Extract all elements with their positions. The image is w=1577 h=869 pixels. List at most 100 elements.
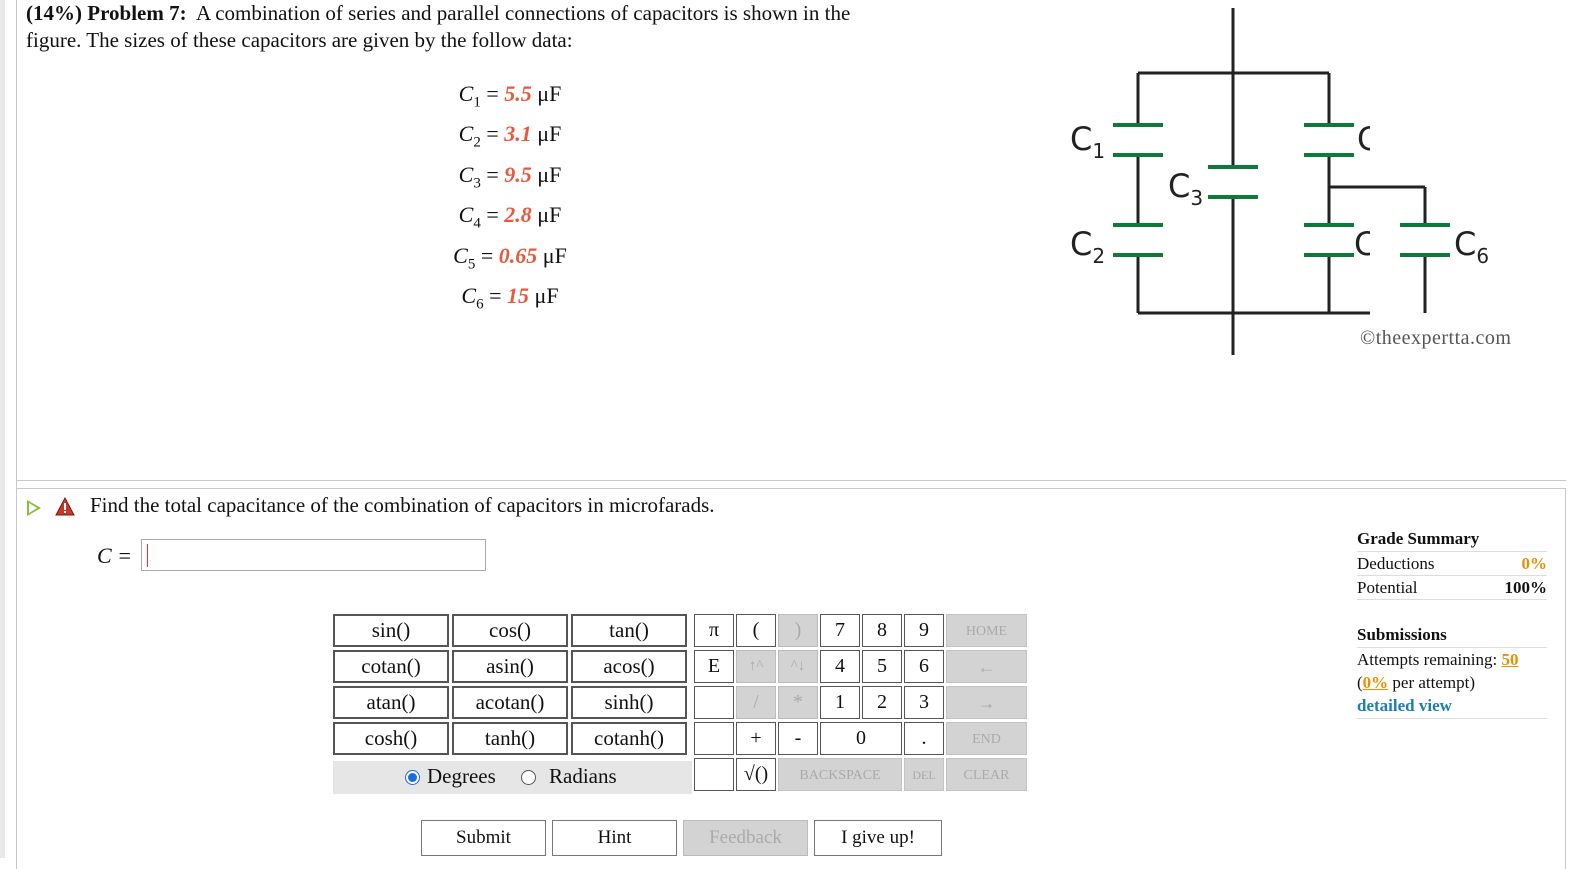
sinh-button[interactable]: sinh() [571,686,687,719]
key-5[interactable]: 5 [862,650,902,683]
problem-text-line1: A combination of series and parallel con… [195,1,851,25]
capacitor-symbol: C [458,202,474,228]
key-1[interactable]: 1 [820,686,860,719]
acotan-button[interactable]: acotan() [452,686,568,719]
label-c3: C3 [1168,167,1203,210]
capacitor-subscript: 4 [473,215,481,232]
home-button[interactable]: HOME [946,614,1027,647]
key-0[interactable]: 0 [820,722,902,755]
submit-button[interactable]: Submit [421,820,546,856]
capacitor-symbol: C [461,282,477,308]
problem-number: Problem 7: [87,1,187,25]
problem-text-line2: figure. The sizes of these capacitors ar… [26,28,573,52]
key-9[interactable]: 9 [904,614,944,647]
divide-button[interactable]: / [736,686,776,719]
section-divider [16,480,1566,481]
capacitor-subscript: 5 [467,255,476,272]
capacitor-value: 0.65 [498,242,538,268]
cotanh-button[interactable]: cotanh() [571,722,687,755]
sin-button[interactable]: sin() [333,614,449,647]
plus-button[interactable]: + [736,722,776,755]
grade-summary-title: Grade Summary [1357,527,1547,552]
capacitor-unit: μF [537,202,562,228]
figure-credit: ©theexpertta.com [1360,327,1512,349]
blank-key-1 [694,686,734,719]
label-c6: C6 [1454,225,1489,268]
per-attempt-pct: 0% [1362,673,1389,692]
give-up-button[interactable]: I give up! [814,820,942,856]
question-text: Find the total capacitance of the combin… [90,493,715,517]
capacitor-circuit-diagram: C1 C2 C3 C4 C5 [1070,8,1370,355]
capacitor-value: 2.8 [504,202,532,228]
acos-button[interactable]: acos() [571,650,687,683]
pi-button[interactable]: π [694,614,734,647]
answer-input[interactable] [141,539,486,571]
degrees-radio[interactable] [405,770,420,785]
capacitor-subscript: 6 [476,296,484,313]
given-values: C1 = 5.5 μF C2 = 3.1 μF C3 = 9.5 μF C4 = 2.… [420,78,600,320]
capacitor-unit: μF [542,242,567,268]
del-button[interactable]: DEL [904,758,944,791]
clear-button[interactable]: CLEAR [946,758,1027,791]
hint-button[interactable]: Hint [552,820,677,856]
angle-mode-row: Degrees Radians [333,761,692,794]
deductions-label: Deductions [1357,554,1435,573]
right-arrow-button[interactable]: → [946,686,1027,719]
given-row: C5 = 0.65 μF [453,242,567,272]
rparen-button[interactable]: ) [778,614,818,647]
label-c4: C4 [1357,120,1370,163]
play-icon[interactable] [27,500,41,516]
cos-button[interactable]: cos() [452,614,568,647]
sqrt-button[interactable]: √() [736,758,776,791]
text-caret [147,544,148,567]
problem-weight: (14%) [26,1,82,25]
multiply-button[interactable]: * [778,686,818,719]
deductions-row: Deductions 0% [1357,552,1547,576]
warning-icon [55,497,75,516]
potential-row: Potential 100% [1357,576,1547,600]
radians-label: Radians [549,764,617,788]
key-decimal[interactable]: . [904,722,944,755]
capacitor-value: 9.5 [504,161,532,187]
exp-down-button[interactable]: ^↓ [778,650,818,683]
tanh-button[interactable]: tanh() [452,722,568,755]
capacitor-value: 3.1 [504,121,532,147]
key-3[interactable]: 3 [904,686,944,719]
capacitor-symbol: C [453,242,468,268]
cotan-button[interactable]: cotan() [333,650,449,683]
lparen-button[interactable]: ( [736,614,776,647]
minus-button[interactable]: - [778,722,818,755]
capacitor-unit: μF [537,161,562,187]
end-button[interactable]: END [946,722,1027,755]
key-8[interactable]: 8 [862,614,902,647]
key-7[interactable]: 7 [820,614,860,647]
e-button[interactable]: E [694,650,734,683]
asin-button[interactable]: asin() [452,650,568,683]
deductions-value: 0% [1521,554,1548,573]
capacitor-subscript: 2 [473,134,481,151]
tan-button[interactable]: tan() [571,614,687,647]
exp-up-button[interactable]: ↑^ [736,650,776,683]
left-arrow-button[interactable]: ← [946,650,1027,683]
problem-statement: (14%) Problem 7: A combination of series… [26,0,1016,54]
radians-radio[interactable] [521,770,536,785]
atan-button[interactable]: atan() [333,686,449,719]
label-c1: C1 [1070,120,1105,163]
submissions-title: Submissions [1357,623,1547,648]
feedback-button[interactable]: Feedback [683,820,808,856]
label-c5: C5 [1354,225,1370,268]
degrees-label: Degrees [427,764,496,788]
backspace-button[interactable]: BACKSPACE [778,758,902,791]
key-4[interactable]: 4 [820,650,860,683]
potential-value: 100% [1504,578,1548,597]
given-row: C3 = 9.5 μF [458,161,562,192]
cosh-button[interactable]: cosh() [333,722,449,755]
capacitor-subscript: 3 [473,175,481,192]
key-6[interactable]: 6 [904,650,944,683]
detailed-view-link[interactable]: detailed view [1357,694,1547,719]
key-2[interactable]: 2 [862,686,902,719]
attempts-remaining: 50 [1501,650,1519,669]
label-c2: C2 [1070,225,1105,268]
blank-key-3 [694,758,734,791]
potential-label: Potential [1357,578,1418,597]
